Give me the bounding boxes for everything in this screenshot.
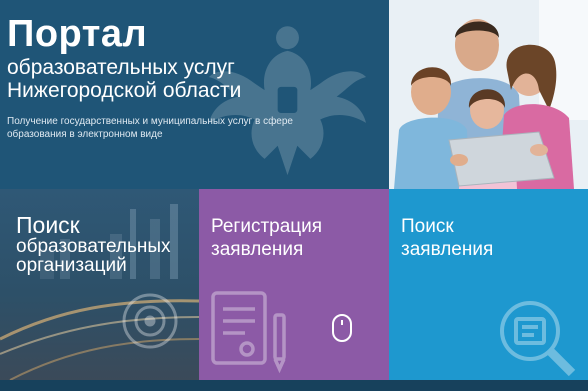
page-title: Портал — [7, 13, 148, 55]
hero-description: Получение государственных и муниципальны… — [7, 116, 293, 140]
tile-line-1: Регистрация — [211, 216, 323, 237]
tile-line-3: организаций — [16, 255, 127, 276]
magnifier-document-icon — [500, 301, 576, 377]
tile-line-2: образовательных — [16, 236, 171, 257]
bottom-bar — [0, 380, 588, 391]
mouse-icon — [332, 314, 352, 342]
family-photo-image — [389, 0, 588, 189]
tile-line-1: Поиск — [401, 216, 454, 237]
search-application-tile[interactable]: Поиск заявления — [389, 189, 588, 380]
search-organizations-tile[interactable]: Поиск образовательных организаций — [0, 189, 199, 380]
search-organizations-label: Поиск образовательных организаций — [16, 213, 171, 275]
tile-line-2: заявления — [401, 239, 494, 260]
register-application-label: Регистрация заявления — [211, 215, 322, 261]
document-pen-icon — [211, 291, 286, 374]
tile-line-1: Поиск — [16, 212, 80, 238]
tile-line-2: заявления — [211, 239, 304, 260]
hero-banner: Портал образовательных услуг Нижегородск… — [0, 0, 389, 189]
subtitle-line-1: образовательных услуг — [7, 56, 235, 79]
subtitle-line-2: Нижегородской области — [7, 79, 242, 102]
family-photo — [389, 0, 588, 189]
register-application-tile[interactable]: Регистрация заявления — [199, 189, 389, 380]
search-application-label: Поиск заявления — [401, 215, 493, 261]
page-subtitle: образовательных услуг Нижегородской обла… — [7, 56, 241, 102]
